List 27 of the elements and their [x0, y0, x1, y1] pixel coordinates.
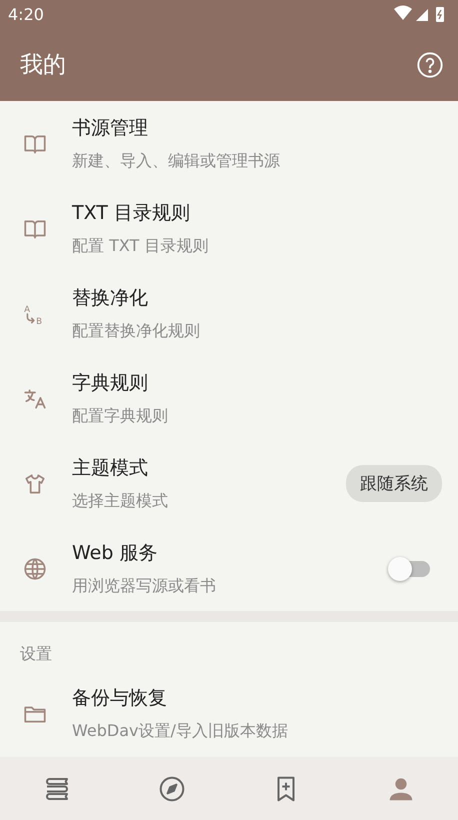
menu-item[interactable]: 主题模式 选择主题模式 跟随系统	[0, 441, 458, 526]
menu-item[interactable]: TXT 目录规则 配置 TXT 目录规则	[0, 186, 458, 271]
item-title: 字典规则	[72, 371, 149, 396]
item-title: 备份与恢复	[72, 686, 168, 711]
item-subtitle: 选择主题模式	[72, 491, 169, 512]
menu-item[interactable]: 备份与恢复 WebDav设置/导入旧版本数据	[0, 671, 458, 756]
status-time: 4:20	[8, 4, 44, 24]
item-subtitle: 配置字典规则	[72, 406, 169, 427]
item-subtitle: 配置 TXT 目录规则	[72, 236, 210, 257]
page-title: 我的	[20, 51, 66, 80]
item-subtitle: 配置替换净化规则	[72, 321, 201, 342]
item-title: TXT 目录规则	[72, 201, 191, 226]
menu-item[interactable]: 字典规则 配置字典规则	[0, 356, 458, 441]
menu-item[interactable]: A B 替换净化 配置替换净化规则	[0, 271, 458, 356]
menu-item[interactable]: 书源管理 新建、导入、编辑或管理书源	[0, 101, 458, 186]
item-title: Web 服务	[72, 541, 158, 566]
help-icon[interactable]	[416, 50, 444, 78]
item-title: 替换净化	[72, 286, 149, 311]
section-header: 设置	[19, 643, 53, 665]
item-subtitle: 用浏览器写源或看书	[72, 576, 217, 597]
globe-icon	[22, 556, 48, 582]
item-title: 书源管理	[72, 116, 149, 141]
item-subtitle: WebDav设置/导入旧版本数据	[72, 721, 289, 742]
item-subtitle: 新建、导入、编辑或管理书源	[72, 151, 281, 172]
menu-item[interactable]: Web 服务 用浏览器写源或看书	[0, 526, 458, 611]
theme-mode-chip[interactable]: 跟随系统	[346, 465, 442, 502]
item-title: 主题模式	[72, 456, 149, 481]
